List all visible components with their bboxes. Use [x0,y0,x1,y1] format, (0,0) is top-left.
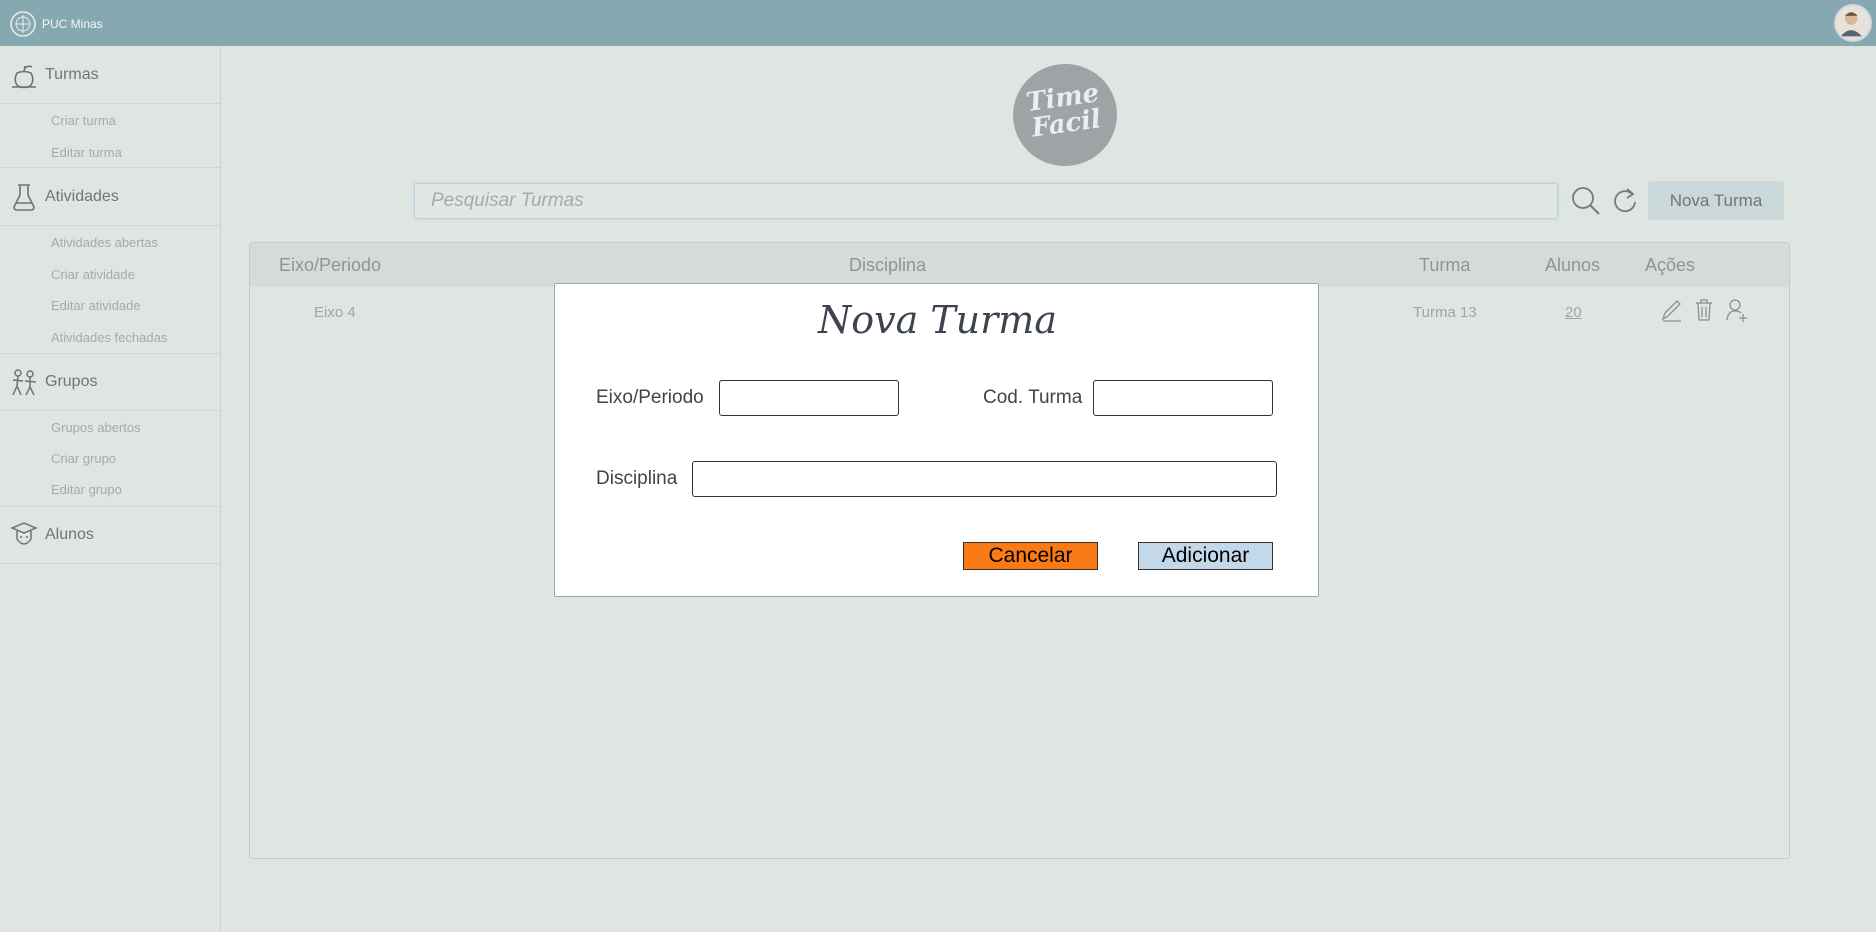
sidebar-item-editar-turma[interactable]: Editar turma [51,145,122,160]
flask-icon [13,183,35,211]
search-input[interactable] [414,183,1558,219]
column-header-acoes: Ações [1645,255,1696,275]
sidebar-item-atividades-abertas[interactable]: Atividades abertas [51,235,158,250]
sidebar-section-alunos[interactable]: Alunos [0,506,221,564]
cell-eixo: Eixo 4 [314,304,356,321]
group-icon [12,368,37,395]
user-avatar[interactable] [1834,4,1872,42]
modal-title: Nova Turma [817,298,1057,342]
puc-seal-icon [10,11,36,37]
top-bar: PUC Minas [0,0,1876,46]
user-avatar-icon [1840,12,1862,37]
nova-turma-modal: Nova Turma Eixo/Periodo Cod. Turma Disci… [554,283,1319,597]
column-header-turma[interactable]: Turma [1419,255,1470,276]
sidebar-item-criar-atividade[interactable]: Criar atividade [51,267,135,282]
sidebar-item-grupos-abertos[interactable]: Grupos abertos [51,420,141,435]
brand[interactable]: PUC Minas [8,9,103,39]
student-icon [10,521,38,545]
eixo-label: Eixo/Periodo [596,387,704,408]
sidebar-section-turmas[interactable]: Turmas [0,46,221,104]
sidebar-section-label: Grupos [45,372,98,390]
sidebar-section-label: Atividades [45,187,119,205]
column-header-eixo[interactable]: Eixo/Periodo [279,255,381,276]
sidebar-section-atividades[interactable]: Atividades [0,168,221,226]
disciplina-label: Disciplina [596,468,678,489]
nova-turma-button[interactable]: Nova Turma [1648,181,1784,220]
time-facil-logo: Time Facil [1006,57,1124,173]
search-icon[interactable] [1570,185,1602,217]
brand-name: PUC Minas [42,17,103,31]
eixo-field[interactable] [719,380,899,416]
cell-alunos-link[interactable]: 20 [1565,304,1582,321]
cod-turma-field[interactable] [1093,380,1273,416]
sidebar-section-label: Turmas [45,65,99,83]
sidebar-item-editar-atividade[interactable]: Editar atividade [51,298,141,313]
apple-icon [12,64,36,88]
cod-turma-label: Cod. Turma [983,387,1083,408]
refresh-icon[interactable] [1610,185,1640,217]
table-header: Eixo/Periodo Disciplina Turma Alunos Açõ… [250,243,1789,287]
sidebar-item-atividades-fechadas[interactable]: Atividades fechadas [51,330,167,345]
column-header-alunos[interactable]: Alunos [1545,255,1600,276]
sidebar-section-label: Alunos [45,525,94,543]
sidebar-item-criar-turma[interactable]: Criar turma [51,113,116,128]
trash-icon[interactable] [1692,297,1716,323]
disciplina-field[interactable] [692,461,1277,497]
cancel-button[interactable]: Cancelar [963,542,1098,570]
add-user-icon[interactable] [1725,297,1749,323]
sidebar-item-editar-grupo[interactable]: Editar grupo [51,482,122,497]
sidebar: Turmas Criar turma Editar turma Atividad… [0,46,221,932]
cell-turma: Turma 13 [1413,304,1477,321]
sidebar-item-criar-grupo[interactable]: Criar grupo [51,451,116,466]
sidebar-section-grupos[interactable]: Grupos [0,353,221,411]
add-button[interactable]: Adicionar [1138,542,1273,570]
edit-icon[interactable] [1659,297,1683,323]
column-header-disciplina[interactable]: Disciplina [849,255,926,276]
